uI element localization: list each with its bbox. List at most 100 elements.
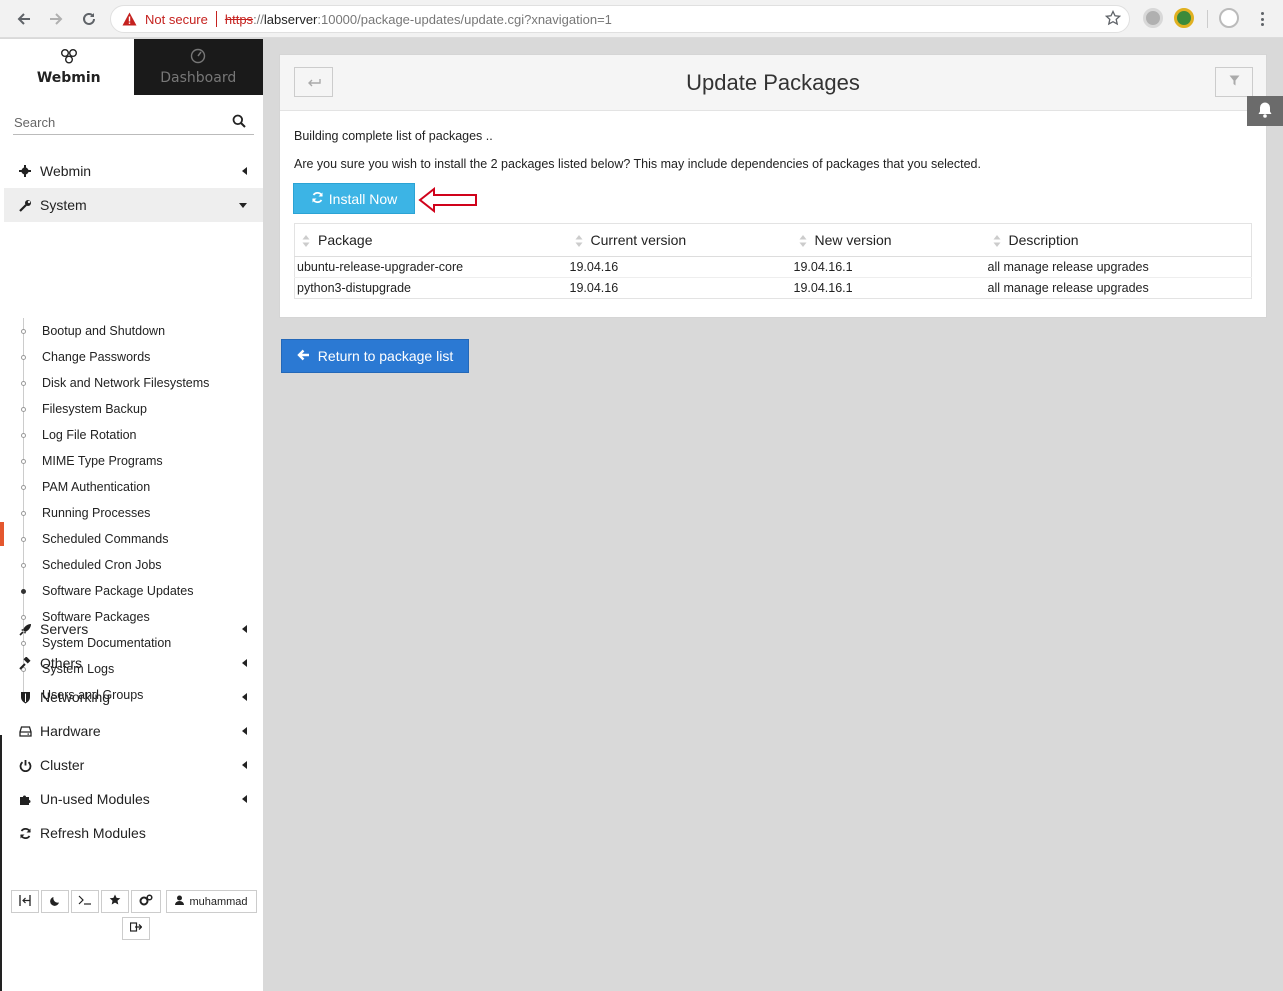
annotation-arrow-icon bbox=[418, 187, 477, 213]
webmin-logo-icon bbox=[60, 48, 78, 66]
back-arrow-icon[interactable] bbox=[11, 6, 37, 32]
extension-globe-icon[interactable] bbox=[1174, 8, 1194, 28]
profile-avatar-icon[interactable] bbox=[1219, 8, 1239, 28]
menu-others[interactable]: Others bbox=[4, 646, 263, 680]
menu-webmin[interactable]: Webmin bbox=[4, 154, 263, 188]
submenu-item[interactable]: Scheduled Commands bbox=[4, 526, 263, 552]
caret-down-icon bbox=[239, 203, 247, 208]
submenu-item-label: Scheduled Commands bbox=[42, 532, 169, 546]
theme-settings-button[interactable] bbox=[131, 890, 161, 913]
menu-system[interactable]: System bbox=[4, 188, 263, 222]
forward-arrow-icon[interactable] bbox=[43, 6, 69, 32]
bell-icon bbox=[1257, 101, 1273, 122]
menu-refresh-modules[interactable]: Refresh Modules bbox=[4, 816, 263, 850]
url-text[interactable]: https://labserver:10000/package-updates/… bbox=[225, 12, 612, 27]
install-now-button[interactable]: Install Now bbox=[293, 183, 415, 214]
tab-dashboard[interactable]: Dashboard bbox=[133, 39, 263, 95]
submenu-item[interactable]: Disk and Network Filesystems bbox=[4, 370, 263, 396]
sort-icon bbox=[575, 235, 582, 247]
caret-left-icon bbox=[242, 625, 247, 633]
puzzle-icon bbox=[18, 792, 32, 806]
bullet-dot bbox=[21, 511, 26, 516]
sort-icon bbox=[302, 235, 310, 247]
submenu-item-active[interactable]: Software Package Updates bbox=[4, 578, 263, 604]
submenu-item-label: PAM Authentication bbox=[42, 480, 151, 494]
menu-cluster-label: Cluster bbox=[40, 757, 85, 773]
column-header-current-version[interactable]: Current version bbox=[567, 223, 792, 257]
menu-networking[interactable]: Networking bbox=[4, 680, 263, 714]
install-now-label: Install Now bbox=[328, 190, 398, 207]
submenu-item-label: Log File Rotation bbox=[42, 428, 137, 442]
bullet-dot bbox=[21, 355, 26, 360]
collapse-sidebar-button[interactable] bbox=[11, 890, 39, 913]
return-to-package-list-label: Return to package list bbox=[317, 348, 454, 364]
menu-servers[interactable]: Servers bbox=[4, 612, 263, 646]
star-icon bbox=[109, 894, 121, 909]
moon-icon bbox=[49, 895, 61, 909]
user-icon bbox=[175, 895, 185, 908]
bullet-dot bbox=[21, 407, 26, 412]
submenu-item[interactable]: Filesystem Backup bbox=[4, 396, 263, 422]
submenu-item[interactable]: PAM Authentication bbox=[4, 474, 263, 500]
hdd-icon bbox=[18, 724, 32, 738]
user-button[interactable]: muhammad bbox=[166, 890, 257, 913]
column-header-description[interactable]: Description bbox=[985, 223, 1252, 257]
cell-description: all manage release upgrades bbox=[985, 256, 1252, 278]
not-secure-label[interactable]: Not secure bbox=[145, 12, 208, 27]
column-header-new-version[interactable]: New version bbox=[791, 223, 986, 257]
address-bar[interactable]: Not secure https://labserver:10000/packa… bbox=[110, 5, 1130, 33]
reload-icon[interactable] bbox=[76, 6, 102, 32]
sidebar-menu-bottom: Servers Others Networking Hardware Clust… bbox=[4, 612, 263, 850]
filter-button[interactable] bbox=[1215, 67, 1253, 97]
url-host: labserver bbox=[263, 11, 318, 27]
menu-networking-label: Networking bbox=[40, 689, 111, 705]
submenu-item[interactable]: MIME Type Programs bbox=[4, 448, 263, 474]
search-icon[interactable] bbox=[232, 114, 246, 132]
cell-current-version: 19.04.16 bbox=[569, 281, 619, 295]
bookmark-star-icon[interactable] bbox=[1104, 9, 1122, 30]
favorites-button[interactable] bbox=[101, 890, 129, 913]
logout-button[interactable] bbox=[122, 917, 150, 940]
sidebar-tabs: Webmin Dashboard bbox=[4, 39, 263, 95]
submenu-item-label: Software Package Updates bbox=[42, 584, 194, 598]
submenu-item[interactable]: Log File Rotation bbox=[4, 422, 263, 448]
tab-webmin[interactable]: Webmin bbox=[4, 39, 134, 95]
terminal-button[interactable] bbox=[71, 890, 99, 913]
packages-table: Package Current version New version Desc… bbox=[294, 223, 1252, 299]
content-panel: Update Packages Building complete list o… bbox=[279, 54, 1267, 318]
url-scheme: https bbox=[224, 11, 254, 27]
sort-icon bbox=[799, 235, 806, 247]
caret-left-icon bbox=[242, 693, 247, 701]
notifications-button[interactable] bbox=[1247, 96, 1283, 126]
submenu-item-label: Scheduled Cron Jobs bbox=[42, 558, 162, 572]
menu-cluster[interactable]: Cluster bbox=[4, 748, 263, 782]
cell-package: python3-distupgrade bbox=[297, 281, 411, 295]
shield-icon bbox=[18, 690, 32, 704]
menu-hardware[interactable]: Hardware bbox=[4, 714, 263, 748]
url-path: :10000/package-updates/update.cgi?xnavig… bbox=[317, 11, 612, 27]
submenu-item[interactable]: Bootup and Shutdown bbox=[4, 318, 263, 344]
bullet-dot bbox=[21, 563, 26, 568]
caret-left-icon bbox=[242, 659, 247, 667]
cell-package: ubuntu-release-upgrader-core bbox=[294, 256, 568, 278]
column-header-package[interactable]: Package bbox=[294, 223, 568, 257]
extension-circle-icon[interactable] bbox=[1143, 8, 1163, 28]
return-to-package-list-button[interactable]: Return to package list bbox=[281, 339, 469, 373]
night-mode-button[interactable] bbox=[41, 890, 69, 913]
toolbar-divider bbox=[1207, 10, 1208, 28]
submenu-item[interactable]: Scheduled Cron Jobs bbox=[4, 552, 263, 578]
submenu-item[interactable]: Change Passwords bbox=[4, 344, 263, 370]
sidebar-menu-top: Webmin System bbox=[4, 154, 263, 222]
submenu-item-label: Bootup and Shutdown bbox=[42, 324, 166, 338]
search-input[interactable] bbox=[13, 111, 223, 133]
bullet-dot bbox=[21, 381, 26, 386]
menu-unused-modules[interactable]: Un-used Modules bbox=[4, 782, 263, 816]
bullet-dot bbox=[21, 433, 26, 438]
submenu-item[interactable]: Running Processes bbox=[4, 500, 263, 526]
username-label: muhammad bbox=[189, 895, 248, 908]
browser-menu-icon[interactable] bbox=[1255, 10, 1269, 28]
wrench-icon bbox=[18, 198, 32, 212]
submenu-item-label: Running Processes bbox=[42, 506, 151, 520]
active-item-marker bbox=[0, 522, 4, 546]
menu-webmin-label: Webmin bbox=[40, 163, 92, 179]
